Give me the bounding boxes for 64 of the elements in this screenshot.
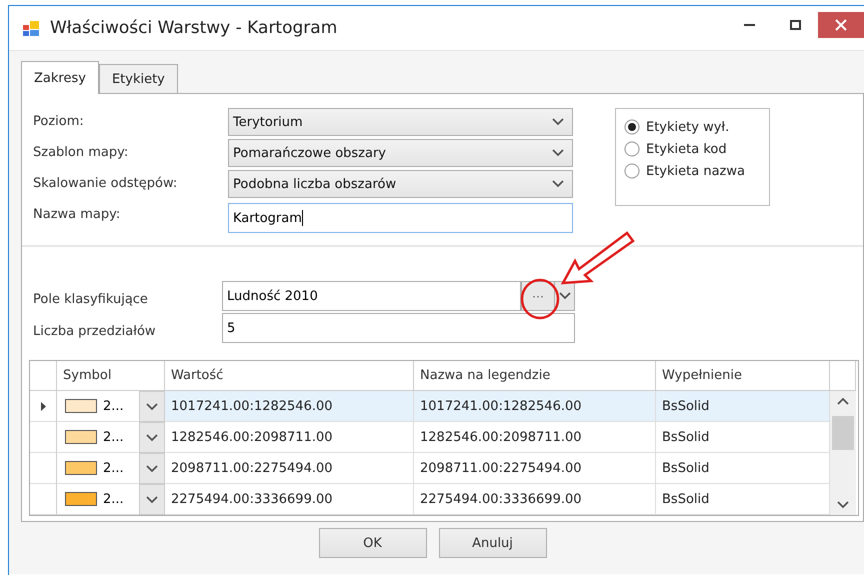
dropdown-button[interactable] <box>139 422 165 453</box>
tab[interactable]: Etykiety <box>98 64 178 93</box>
field-label: Pole klasyfikujące <box>33 290 149 306</box>
chevron-icon <box>146 464 158 472</box>
field-label: Szablon mapy: <box>33 144 130 162</box>
symbol-text: 2... <box>103 460 124 476</box>
scroll-thumb[interactable] <box>832 416 854 450</box>
maximize-icon <box>790 20 800 30</box>
chevron-icon <box>146 496 158 504</box>
radio-label: Etykieta kod <box>646 142 727 156</box>
symbol-text: 2... <box>103 492 124 506</box>
radio-label: Etykiety wył. <box>646 120 730 134</box>
radio-button[interactable] <box>624 141 640 157</box>
table-cell: BsSolid <box>656 422 830 453</box>
tab[interactable]: Zakresy <box>21 61 99 94</box>
table-cell: 1282546.00:2098711.00 <box>165 422 414 453</box>
scroll-up-icon[interactable] <box>837 397 849 405</box>
dropdown-button[interactable] <box>139 453 165 484</box>
chevron-icon <box>146 402 158 410</box>
table-cell: BsSolid <box>656 391 830 422</box>
chevron-icon <box>552 118 564 126</box>
dropdown[interactable]: Pomarańczowe obszary <box>228 139 573 167</box>
table-cell: 2098711.00:2275494.00 <box>165 453 414 484</box>
chevron-icon <box>558 292 570 300</box>
table-cell: 2098711.00:2275494.00 <box>414 453 656 484</box>
close-icon <box>835 19 847 31</box>
header-corner <box>30 361 57 391</box>
app-icon <box>23 20 40 36</box>
window-title: Właściwości Warstwy - Kartogram <box>50 18 338 38</box>
symbol-text: 2... <box>103 430 124 444</box>
radio-button[interactable] <box>624 163 640 179</box>
dropdown-button[interactable] <box>139 391 165 422</box>
field-label: Skalowanie odstępów: <box>33 175 178 193</box>
table-cell: BsSolid <box>656 453 830 484</box>
row-header[interactable] <box>30 391 57 422</box>
dropdown[interactable]: Podobna liczba obszarów <box>228 170 573 198</box>
table-cell: 2275494.00:3336699.00 <box>165 484 414 515</box>
table-cell: BsSolid <box>656 484 830 515</box>
chevron-icon <box>146 434 158 442</box>
highlight-circle <box>520 278 560 320</box>
table-cell: 2275494.00:3336699.00 <box>414 484 656 515</box>
dialog-button[interactable]: OK <box>318 528 426 558</box>
current-row-icon <box>40 402 46 410</box>
dropdown-button[interactable] <box>139 484 165 515</box>
minimize-icon <box>744 24 754 26</box>
field-label: Nazwa mapy: <box>33 206 122 224</box>
close-button[interactable] <box>818 12 864 38</box>
input-field[interactable]: 5 <box>222 313 575 343</box>
symbol-text: 2... <box>103 398 124 414</box>
chevron-icon <box>552 180 564 188</box>
radio-button[interactable] <box>624 119 640 135</box>
input-field[interactable]: Kartogram <box>228 203 573 233</box>
scrollbar[interactable] <box>830 391 856 515</box>
table-cell: 1282546.00:2098711.00 <box>414 422 656 453</box>
table-cell: 1017241.00:1282546.00 <box>414 391 656 422</box>
input-field[interactable]: Ludność 2010 <box>222 281 521 311</box>
chevron-icon <box>552 149 564 157</box>
field-label: Liczba przedziałów <box>33 322 157 338</box>
table-cell: 1017241.00:1282546.00 <box>165 391 414 422</box>
radio-label: Etykieta nazwa <box>646 164 745 178</box>
field-label: Poziom: <box>33 113 85 131</box>
dialog-button[interactable]: Anuluj <box>438 528 546 558</box>
scroll-down-icon[interactable] <box>837 501 849 509</box>
dropdown[interactable]: Terytorium <box>228 108 573 136</box>
